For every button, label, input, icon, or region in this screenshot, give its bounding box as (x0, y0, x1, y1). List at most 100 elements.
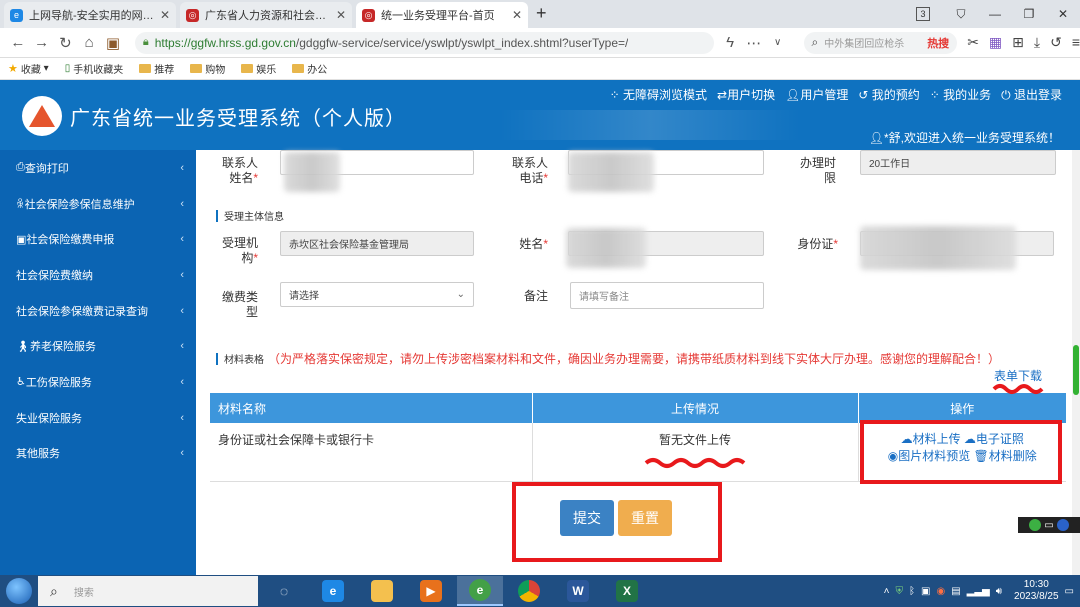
taskbar-explorer[interactable] (359, 576, 405, 606)
sidebar-item-pension[interactable]: 🚶︎ 养老保险服务 ‹ (0, 328, 196, 364)
briefcase-icon[interactable]: ▣ (101, 34, 125, 52)
search-placeholder: 中外集团回应枪杀 (824, 39, 905, 50)
start-button[interactable] (0, 575, 38, 607)
folder-icon (241, 64, 254, 73)
user-manage-link[interactable]: 👤︎用户管理 (785, 86, 848, 103)
my-business-link[interactable]: ⁘ 我的业务 (930, 86, 991, 103)
shirt-icon[interactable]: ⛉ (944, 7, 978, 22)
sidebar-item-unemployment[interactable]: 失业保险服务 ‹ (0, 400, 196, 436)
search-box[interactable]: ⌕ 中外集团回应枪杀 热搜 (803, 31, 958, 54)
close-window-icon[interactable]: ✕ (1046, 7, 1080, 21)
bookmark-favorites[interactable]: ★ 收藏 ▾ (8, 61, 49, 76)
sidebar-item-insurance-info[interactable]: ꆜ 社会保险参保信息维护 ‹ (0, 186, 196, 222)
chevron-left-icon: ‹ (180, 340, 184, 353)
scissors-icon[interactable]: ✂ (967, 34, 979, 51)
task-view-button[interactable]: ◌ (261, 576, 307, 606)
reload-icon[interactable]: ↻ (54, 34, 78, 52)
redacted-mask (860, 226, 1016, 270)
new-tab-button[interactable]: + (536, 3, 547, 24)
undo-icon[interactable]: ↺ (1050, 34, 1062, 51)
taskbar-media[interactable]: ▶ (408, 576, 454, 606)
tab-close-icon[interactable]: ✕ (160, 8, 170, 22)
search-icon: ⌕ (50, 582, 58, 599)
sidebar-item-payment-records[interactable]: 社会保险参保缴费记录查询 ‹ (0, 293, 196, 329)
show-hidden-icon[interactable]: ˄ (884, 586, 890, 597)
bluetooth-icon[interactable]: ᛒ (909, 586, 915, 597)
header-decoration (500, 110, 800, 140)
taskbar-excel[interactable]: X (604, 576, 650, 606)
download-icon[interactable]: ⤓ (1034, 34, 1040, 51)
subject-section-title: 受理主体信息 (216, 208, 284, 223)
home-icon[interactable]: ⌂ (77, 34, 101, 51)
help-icon (1056, 519, 1069, 531)
back-icon[interactable]: ← (6, 34, 30, 51)
restore-icon[interactable]: ❐ (1012, 7, 1046, 21)
tab-close-icon[interactable]: ✕ (336, 8, 346, 22)
sidebar-item-injury[interactable]: ♿︎ 工伤保险服务 ‹ (0, 364, 196, 400)
menu-icon[interactable]: ≡ (1072, 34, 1080, 51)
more-icon[interactable]: ⋯ (742, 34, 766, 52)
taskbar-clock[interactable]: 10:30 2023/8/25 (1014, 579, 1059, 603)
web-page: 广东省统一业务受理系统（个人版） ⁘ 无障碍浏览模式 ⇄用户切换 👤︎用户管理 … (0, 80, 1080, 575)
taskbar-word[interactable]: W (555, 576, 601, 606)
my-appointment-link[interactable]: ↺ 我的预约 (858, 86, 919, 103)
minimize-icon[interactable]: — (978, 7, 1012, 21)
tray-app-icon-2[interactable]: ◉ (936, 586, 945, 597)
media-player-icon: ▶ (420, 580, 442, 602)
time-limit-label: 办理时限 (799, 156, 836, 185)
switch-user-link[interactable]: ⇄用户切换 (717, 86, 775, 103)
sidebar-item-other[interactable]: 其他服务 ‹ (0, 436, 196, 472)
bookmark-mobile[interactable]: ▯ 手机收藏夹 (65, 61, 124, 76)
page-scrollbar[interactable] (1072, 150, 1080, 575)
taskbar-ie[interactable]: e (310, 576, 356, 606)
material-name-cell: 身份证或社会保障卡或银行卡 (210, 423, 533, 482)
browser-tab-3[interactable]: ◎ 统一业务受理平台-首页 ✕ (356, 2, 528, 28)
agency-field: 赤坎区社会保险基金管理局 (280, 231, 474, 256)
bookmark-recommend[interactable]: 推荐 (139, 61, 174, 76)
payment-type-select[interactable]: 请选择 ⌄ (280, 282, 474, 307)
chevron-left-icon: ‹ (180, 304, 184, 317)
extension-icon[interactable]: ▦ (989, 34, 1002, 51)
power-icon: ⏻ (1001, 88, 1014, 102)
lightning-icon[interactable]: ϟ (718, 34, 742, 51)
underline-status-squiggle (644, 458, 746, 468)
volume-icon[interactable]: 🔊︎ (996, 586, 1002, 597)
tab-close-icon[interactable]: ✕ (512, 8, 522, 22)
tab-count-badge[interactable]: 3 (916, 7, 930, 21)
grid-icon[interactable]: ⊞ (1012, 34, 1024, 51)
taskbar-chrome[interactable] (506, 576, 552, 606)
underline-download-squiggle (992, 384, 1044, 394)
tab-favicon-icon: ◎ (362, 8, 375, 22)
accessibility-link[interactable]: ⁘ 无障碍浏览模式 (610, 86, 707, 103)
remark-input[interactable]: 请填写备注 (570, 282, 764, 309)
browser-tab-1[interactable]: e 上网导航-安全实用的网址导航 ✕ (4, 2, 176, 28)
tray-app-icon[interactable]: ▣ (921, 586, 930, 597)
forward-icon[interactable]: → (30, 34, 54, 51)
taskbar-browser[interactable]: e (457, 576, 503, 606)
history-icon: ↺ (858, 88, 872, 102)
sidebar-item-payment[interactable]: 社会保险费缴纳 ‹ (0, 257, 196, 293)
sidebar-item-query-print[interactable]: ⎙ 查询打印 ‹ (0, 150, 196, 186)
taskbar-search[interactable]: ⌕ 搜索 (38, 576, 258, 606)
input-method-widget[interactable]: ▭ (1018, 517, 1080, 533)
security-icon[interactable]: ⛨ (896, 586, 904, 597)
chrome-icon (518, 580, 540, 602)
bookmark-office[interactable]: 办公 (292, 61, 327, 76)
bookmark-shopping[interactable]: 购物 (190, 61, 225, 76)
excel-icon: X (616, 580, 638, 602)
notification-icon[interactable]: ▭ (1065, 586, 1074, 597)
bookmark-entertainment[interactable]: 娱乐 (241, 61, 276, 76)
tray-app-icon-3[interactable]: ▤ (951, 586, 960, 597)
network-icon[interactable]: ▂▃▅ (967, 586, 990, 597)
hot-search-label[interactable]: 热搜 (927, 35, 949, 51)
browser-tab-2[interactable]: ◎ 广东省人力资源和社会保障厅官 ✕ (180, 2, 352, 28)
logout-link[interactable]: ⏻ 退出登录 (1001, 86, 1062, 103)
scrollbar-thumb[interactable] (1073, 345, 1079, 395)
chevron-down-icon[interactable]: ∨ (766, 37, 790, 48)
bookmarks-bar: ★ 收藏 ▾ ▯ 手机收藏夹 推荐 购物 娱乐 办公 (0, 58, 1080, 80)
url-input[interactable]: 🔒︎ https:// ggfw.hrss.gd.gov.cn /gdggfw-… (134, 31, 715, 54)
sidebar-item-payment-declare[interactable]: ▣ 社会保险缴费申报 ‹ (0, 221, 196, 257)
url-path: /gdggfw-service/service/yswlpt/yswlpt_in… (295, 35, 629, 50)
chevron-left-icon: ‹ (180, 447, 184, 460)
highlight-box-buttons (512, 482, 722, 562)
